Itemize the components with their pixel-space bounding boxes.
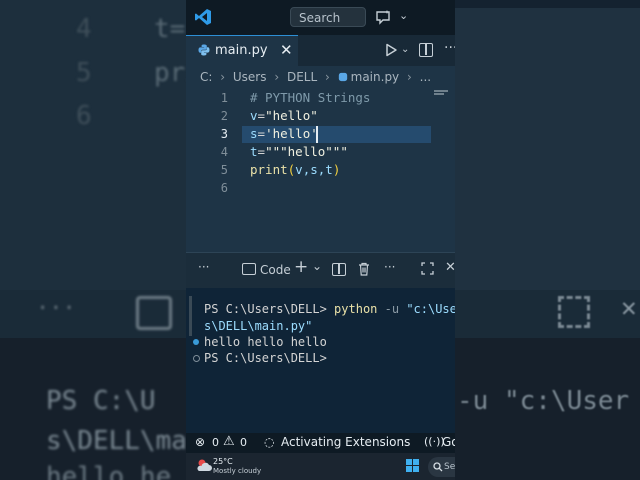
line-number: 4 [220,145,228,159]
copilot-chat-icon[interactable] [374,8,392,26]
python-file-icon [198,44,210,56]
run-icon[interactable] [383,42,399,58]
line-number: 1 [220,91,228,105]
bg-line-number: 4 [76,14,92,44]
code-string: "hello" [265,108,318,123]
code-string: """hello""" [265,144,348,159]
more-actions-icon[interactable]: ··· [198,260,209,274]
code-variable: s [250,126,258,141]
tab-label: main.py [215,43,268,58]
background-blur-right: ✕ -u "c:\User [455,0,640,480]
code-variable: t [250,144,258,159]
python-file-icon [338,72,347,82]
close-icon[interactable]: ✕ [280,41,293,59]
more-actions-icon[interactable]: ··· [384,260,395,274]
status-bar: ⊗ 0 ⚠ 0 ◌ Activating Extensions ((·)) Go [186,433,455,453]
weather-cloud-icon[interactable] [196,458,212,472]
bg-terminal-text: -u "c:\User [457,386,630,416]
more-actions-icon[interactable]: ··· [444,40,455,56]
status-activity[interactable]: Activating Extensions [281,435,410,449]
search-icon [433,462,443,472]
code-line: s='hello' [250,126,318,141]
chevron-right-icon: › [220,70,226,84]
code-line: print(v,s,t) [250,162,340,177]
windows-start-icon[interactable] [406,459,419,472]
terminal-scrollbar[interactable] [189,296,192,336]
terminal-prompt: PS C:\Users\DELL> [204,302,335,316]
chevron-right-icon: › [406,70,412,84]
weather-temperature: 25°C [213,457,233,466]
line-number: 2 [220,109,228,123]
bg-terminal-text: s\DELL\ma [46,426,187,456]
bg-close-icon: ✕ [621,293,637,323]
split-editor-icon[interactable] [419,43,433,57]
code-line: v="hello" [250,108,318,123]
bg-terminal-icon [136,296,172,330]
tab-main-py[interactable]: main.py ✕ [186,35,298,66]
terminal-flag: -u [377,302,407,316]
warning-icon[interactable]: ⚠ [223,434,235,449]
bg-terminal-text: hello he [46,462,172,480]
code-line: # PYTHON Strings [250,90,370,105]
command-decoration-icon[interactable] [193,339,199,345]
terminal-prompt: PS C:\Users\DELL> [204,351,327,365]
line-number: 6 [220,181,228,195]
bg-code-fragment: t= [154,14,186,44]
code-operator: = [257,108,266,123]
bg-terminal-text: PS C:\U [46,386,156,416]
split-terminal-icon[interactable] [332,263,346,276]
minimap[interactable] [434,90,448,98]
terminal-output: hello hello hello [204,335,327,349]
vscode-logo-icon [195,9,211,25]
line-number: 3 [220,127,228,141]
breadcrumb-item[interactable]: C: [200,70,212,84]
search-input[interactable]: Search [290,7,366,27]
code-operator: = [257,144,266,159]
code-variable: v [250,108,258,123]
text-cursor [316,126,318,143]
trash-icon[interactable] [358,262,370,276]
terminal-icon[interactable] [242,263,256,275]
breadcrumb: C: › Users › DELL › main.py › ... [200,70,435,86]
code-function: print [250,162,288,177]
breadcrumb-item[interactable]: main.py [351,70,400,84]
breadcrumb-item[interactable]: DELL [287,70,317,84]
line-number: 5 [220,163,228,177]
bg-line-number: 6 [76,101,92,131]
bg-line-number: 5 [76,58,92,88]
code-string: 'hello' [265,126,318,141]
status-right-item[interactable]: Go [442,435,455,449]
breadcrumb-item[interactable]: Users [233,70,267,84]
code-operator: = [257,126,266,141]
close-panel-icon[interactable]: ✕ [445,260,455,275]
code-comment: # PYTHON Strings [250,90,371,105]
terminal-profile-label[interactable]: Code [260,263,291,277]
add-terminal-button[interactable]: + [294,257,308,277]
chevron-down-icon[interactable]: ⌄ [312,259,322,273]
chevron-down-icon[interactable]: ⌄ [399,9,408,22]
code-line: t="""hello""" [250,144,348,159]
bg-maximize-icon [558,296,590,328]
loading-spinner-icon: ◌ [264,435,275,449]
error-count[interactable]: 0 [212,436,219,449]
error-icon[interactable]: ⊗ [195,435,205,449]
chevron-right-icon: › [325,70,330,84]
bg-dots: ··· [36,296,76,321]
chevron-right-icon: › [274,70,280,84]
code-paren: ) [332,162,341,177]
terminal-line: PS C:\Users\DELL> python -u "c:\User [204,302,455,316]
code-args: v,s,t [295,162,333,177]
vscode-window: Search ⌄ main.py ✕ ⌄ ··· C: › Users › DE… [186,0,455,480]
terminal-command: python [334,302,378,316]
chevron-down-icon[interactable]: ⌄ [401,44,409,55]
terminal-arg: "c:\User [406,302,455,316]
command-decoration-icon[interactable] [193,355,200,362]
warning-count[interactable]: 0 [240,436,247,449]
weather-condition: Mostly cloudy [213,467,262,475]
breadcrumb-item[interactable]: ... [420,70,431,84]
terminal-line: s\DELL\main.py" [204,319,313,333]
maximize-panel-icon[interactable] [421,262,434,275]
